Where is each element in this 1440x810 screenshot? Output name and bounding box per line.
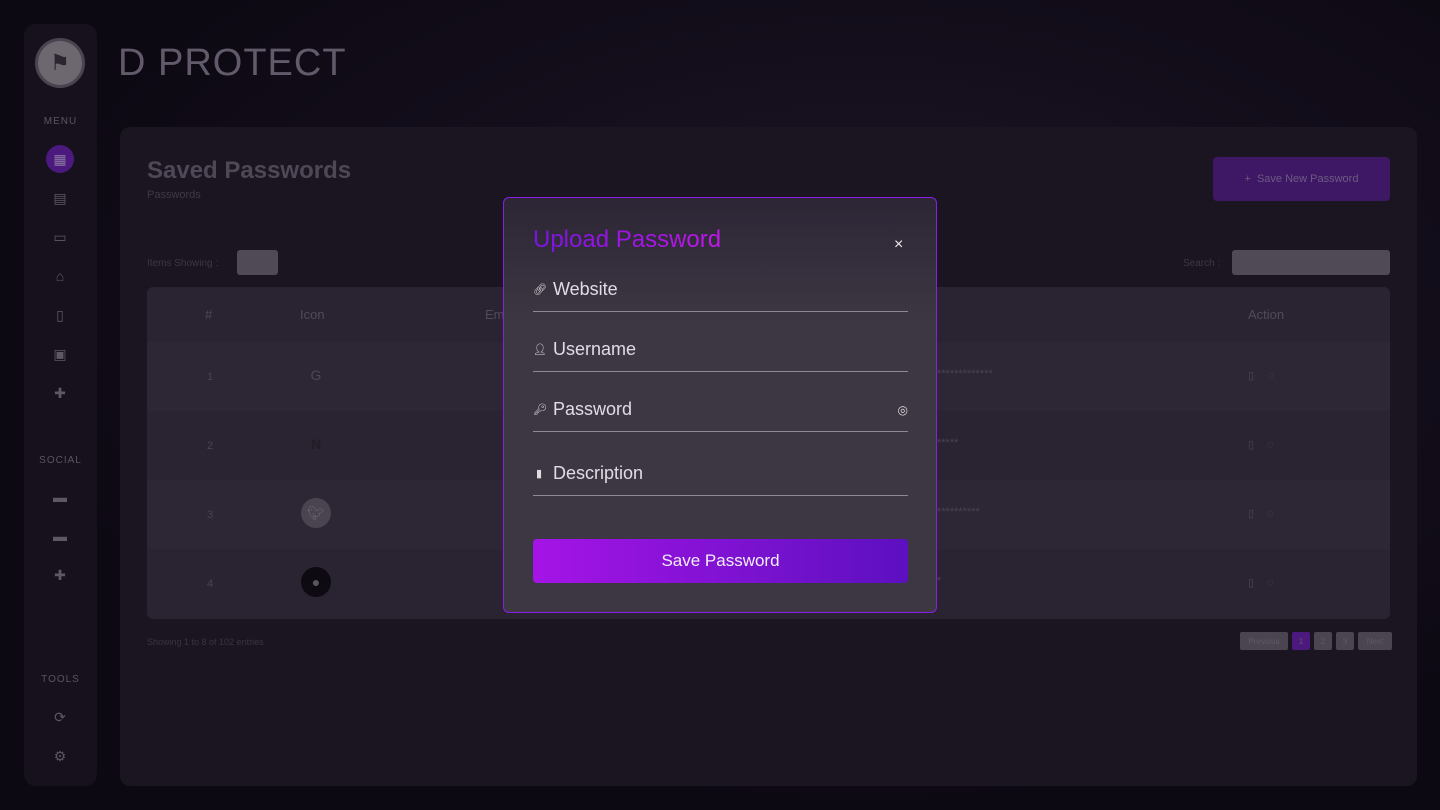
sidebar: ⚑ MENU ▦ ▤ ▭ ⌂ ▯ ▣ ✚ SOCIAL ▬ ▬ ✚ TOOLS … <box>24 24 97 786</box>
settings-icon[interactable]: ⚙ <box>46 742 74 770</box>
page-subtitle: Passwords <box>147 189 201 201</box>
row-number: 2 <box>207 440 214 452</box>
website-input[interactable] <box>553 279 908 300</box>
save-new-password-button[interactable]: + Save New Password <box>1213 157 1390 201</box>
entries-info: Showing 1 to 8 of 102 entries <box>147 637 264 647</box>
website-field: 🔗︎ <box>533 268 908 312</box>
copy-icon[interactable]: ▯ <box>1248 508 1254 520</box>
password-field: 🔑︎ ◎ <box>533 388 908 432</box>
hide-icon[interactable]: ◌ <box>1267 577 1274 589</box>
menu-section-label: MENU <box>43 116 78 127</box>
plus-icon[interactable]: ✚ <box>46 379 74 407</box>
folder-icon[interactable]: ▬ <box>46 522 74 550</box>
logo-avatar[interactable]: ⚑ <box>35 38 85 88</box>
copy-icon[interactable]: ▯ <box>1248 439 1254 451</box>
row-number: 4 <box>207 578 214 590</box>
social-section-label: SOCIAL <box>39 455 82 466</box>
hide-icon[interactable]: ◌ <box>1267 508 1274 520</box>
notes-icon[interactable]: ▣ <box>46 340 74 368</box>
save-password-button[interactable]: Save Password <box>533 539 908 583</box>
save-new-password-label: Save New Password <box>1256 173 1359 185</box>
modal-title: Upload Password <box>533 226 722 253</box>
google-icon: G <box>310 367 322 383</box>
copy-icon[interactable]: ▯ <box>1248 370 1254 382</box>
username-input[interactable] <box>553 339 908 360</box>
pagination-previous[interactable]: Previous <box>1240 632 1288 650</box>
row-password: ********** <box>937 506 980 518</box>
row-password: * <box>937 575 942 587</box>
upload-password-modal: Upload Password × 🔗︎ 👤︎ 🔑︎ ◎ ▮ Save Pass… <box>503 197 937 613</box>
eye-slash-icon[interactable]: ◎ <box>898 403 908 417</box>
folder-icon[interactable]: ▬ <box>46 483 74 511</box>
header-icon: Icon <box>300 307 325 322</box>
items-showing-label: Items Showing : <box>147 258 219 269</box>
credit-card-icon[interactable]: ▭ <box>46 223 74 251</box>
hide-icon[interactable]: ◌ <box>1267 439 1274 451</box>
page-title: Saved Passwords <box>147 157 352 184</box>
link-icon: 🔗︎ <box>533 284 547 296</box>
row-number: 3 <box>207 509 214 521</box>
row-actions: ▯ ◌ <box>1248 369 1274 382</box>
pagination: Previous 1 2 3 Next <box>1240 632 1392 650</box>
description-input[interactable] <box>553 463 908 484</box>
plus-icon[interactable]: ✚ <box>46 561 74 589</box>
password-input[interactable] <box>553 399 890 420</box>
items-showing-select[interactable] <box>237 250 278 275</box>
pagination-page-2[interactable]: 2 <box>1314 632 1332 650</box>
search-label: Search : <box>1183 258 1221 269</box>
tools-section-label: TOOLS <box>41 674 80 685</box>
hide-icon[interactable]: ◌ <box>1267 370 1274 382</box>
row-actions: ▯ ◌ <box>1248 438 1274 451</box>
row-password: ***** <box>937 437 959 449</box>
pagination-next[interactable]: Next <box>1358 632 1392 650</box>
row-password: ************* <box>937 368 993 380</box>
home-icon[interactable]: ⌂ <box>46 262 74 290</box>
pagination-page-1[interactable]: 1 <box>1292 632 1310 650</box>
copy-icon[interactable]: ▯ <box>1248 577 1254 589</box>
pagination-page-3[interactable]: 3 <box>1336 632 1354 650</box>
app-title: D PROTECT <box>118 42 347 84</box>
dashboard-icon[interactable]: ▦ <box>46 145 74 173</box>
search-input[interactable] <box>1232 250 1390 275</box>
github-icon: ● <box>301 567 331 597</box>
file-icon: ▮ <box>535 468 543 480</box>
refresh-icon[interactable]: ⟳ <box>46 703 74 731</box>
header-num: # <box>205 307 213 322</box>
twitter-icon: 🐦︎ <box>301 498 331 528</box>
document-icon[interactable]: ▯ <box>46 301 74 329</box>
user-icon: 👤︎ <box>533 344 547 356</box>
header-action: Action <box>1248 307 1285 322</box>
row-actions: ▯ ◌ <box>1248 507 1274 520</box>
row-actions: ▯ ◌ <box>1248 576 1274 589</box>
netflix-icon: N <box>310 436 322 452</box>
description-field: ▮ <box>533 452 908 496</box>
close-icon[interactable]: × <box>894 236 903 254</box>
username-field: 👤︎ <box>533 328 908 372</box>
row-number: 1 <box>207 371 214 383</box>
id-card-icon[interactable]: ▤ <box>46 184 74 212</box>
header-email: Em <box>485 307 505 322</box>
plus-icon: + <box>1244 173 1251 185</box>
key-icon: 🔑︎ <box>533 404 547 416</box>
